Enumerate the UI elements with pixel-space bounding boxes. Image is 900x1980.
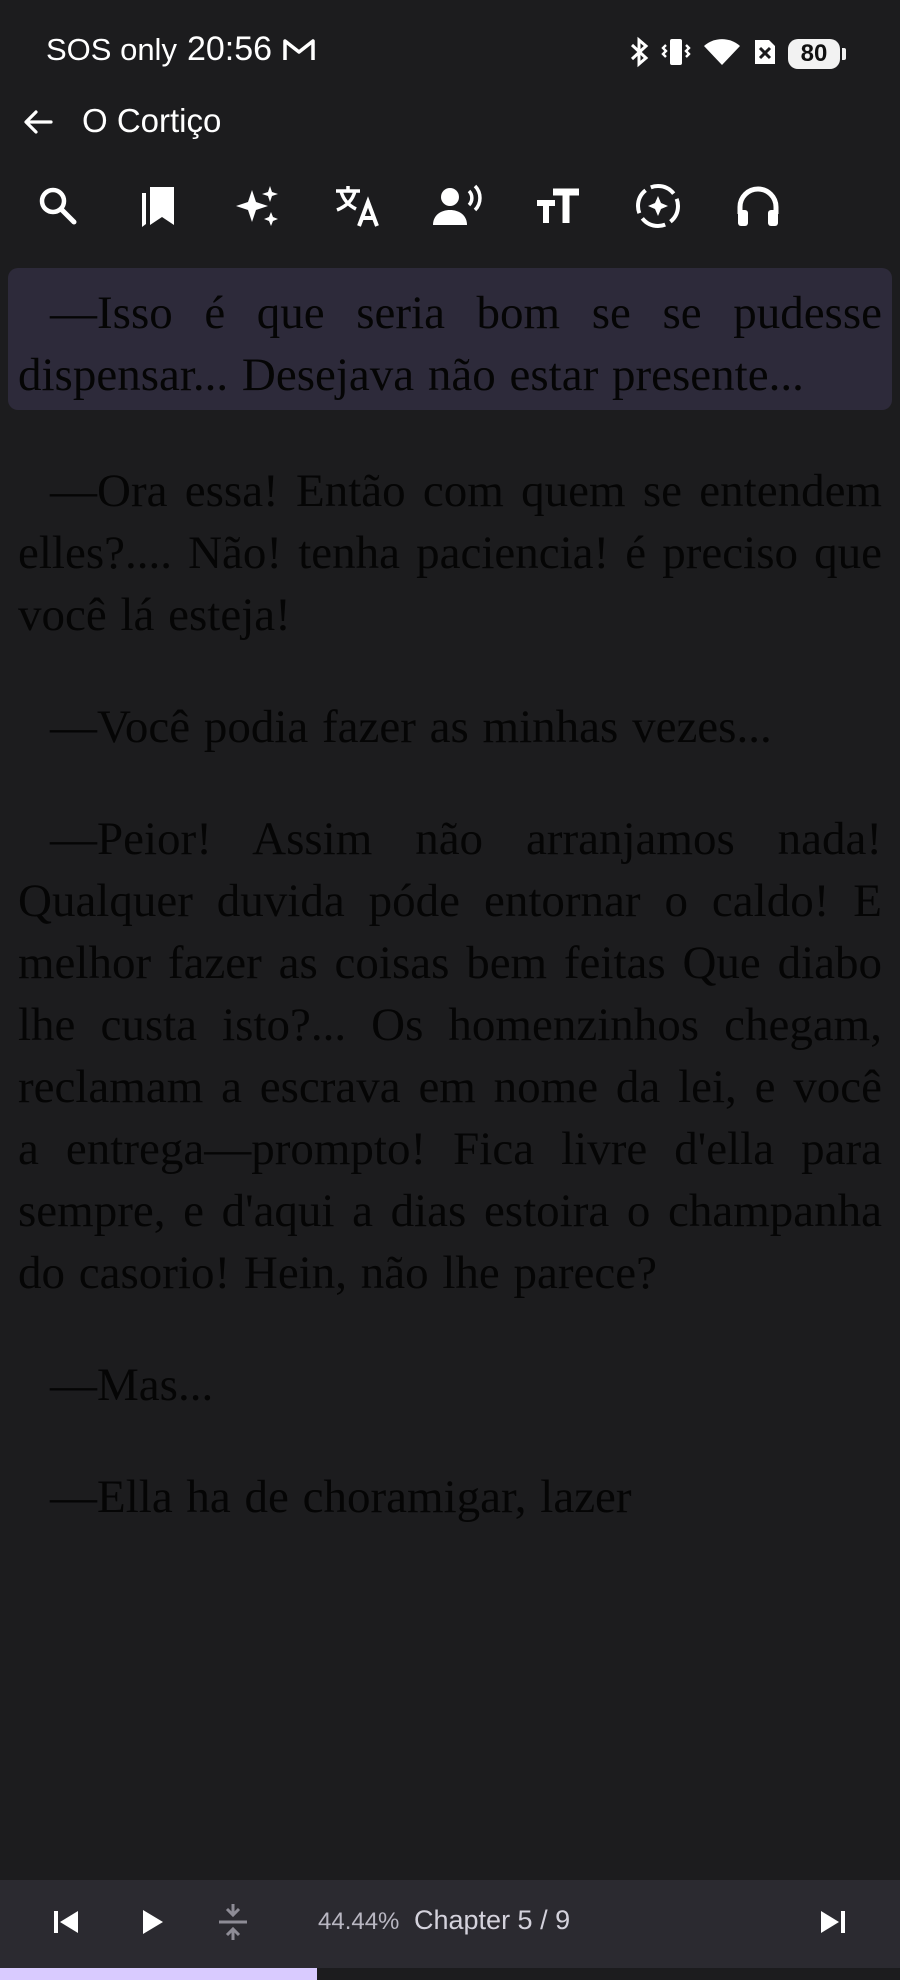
arrow-back-icon bbox=[21, 105, 55, 143]
skip-next-icon bbox=[817, 1906, 849, 1942]
paragraph[interactable]: —Peior! Assim não arranjamos nada! Qualq… bbox=[0, 808, 900, 1304]
progress-percent: 44.44% bbox=[318, 1908, 400, 1935]
back-button[interactable] bbox=[16, 102, 60, 146]
text-size-icon bbox=[535, 186, 581, 230]
bluetooth-icon bbox=[628, 36, 650, 72]
voice-button[interactable] bbox=[426, 176, 490, 240]
no-sim-icon bbox=[752, 37, 778, 71]
paragraph-highlighted[interactable]: —Isso é que seria bom se se pudesse disp… bbox=[8, 268, 892, 410]
bookmarks-icon bbox=[136, 183, 180, 233]
collapse-button[interactable] bbox=[205, 1896, 261, 1952]
skip-previous-button[interactable] bbox=[38, 1896, 94, 1952]
skip-next-button[interactable] bbox=[805, 1896, 861, 1952]
play-icon bbox=[136, 1906, 168, 1942]
ai-sparkle-button[interactable] bbox=[226, 176, 290, 240]
book-title: O Cortiço bbox=[82, 102, 222, 139]
play-button[interactable] bbox=[124, 1896, 180, 1952]
paragraph[interactable]: —Você podia fazer as minhas vezes... bbox=[0, 696, 900, 758]
text-size-button[interactable] bbox=[526, 176, 590, 240]
status-bar: SOS only 20:56 80 bbox=[0, 0, 900, 100]
carrier-status: SOS only bbox=[46, 31, 177, 67]
search-button[interactable] bbox=[26, 176, 90, 240]
ai-sparkle-icon bbox=[234, 182, 282, 234]
paragraph[interactable]: —Ora essa! Então com quem se entendem el… bbox=[0, 460, 900, 646]
clock: 20:56 bbox=[186, 30, 273, 68]
auto-scroll-button[interactable] bbox=[626, 176, 690, 240]
voice-icon bbox=[433, 183, 483, 233]
reading-area[interactable]: —Isso é que seria bom se se pudesse disp… bbox=[0, 262, 900, 1880]
app-bar: O Cortiço bbox=[0, 96, 900, 152]
battery-icon: 80 bbox=[788, 39, 846, 69]
search-icon bbox=[36, 184, 80, 232]
paragraph[interactable]: —Mas... bbox=[0, 1354, 900, 1416]
wifi-icon bbox=[702, 37, 742, 71]
translate-button[interactable] bbox=[326, 176, 390, 240]
mail-icon bbox=[282, 37, 316, 63]
headphones-icon bbox=[735, 184, 781, 232]
reading-progress-fill bbox=[0, 1968, 317, 1980]
paragraph[interactable]: —Ella ha de choramigar, lazer bbox=[0, 1466, 900, 1528]
reading-progress-bar bbox=[0, 1968, 900, 1980]
audio-player-bar: 44.44% Chapter 5 / 9 bbox=[0, 1880, 900, 1968]
collapse-icon bbox=[216, 1902, 250, 1946]
translate-icon bbox=[333, 182, 383, 234]
listen-button[interactable] bbox=[726, 176, 790, 240]
chapter-indicator: Chapter 5 / 9 bbox=[414, 1905, 571, 1935]
reader-toolbar bbox=[0, 176, 900, 240]
vibrate-icon bbox=[660, 36, 692, 72]
skip-previous-icon bbox=[50, 1906, 82, 1942]
bookmarks-button[interactable] bbox=[126, 176, 190, 240]
auto-scroll-icon bbox=[633, 181, 683, 235]
battery-level: 80 bbox=[788, 39, 840, 69]
